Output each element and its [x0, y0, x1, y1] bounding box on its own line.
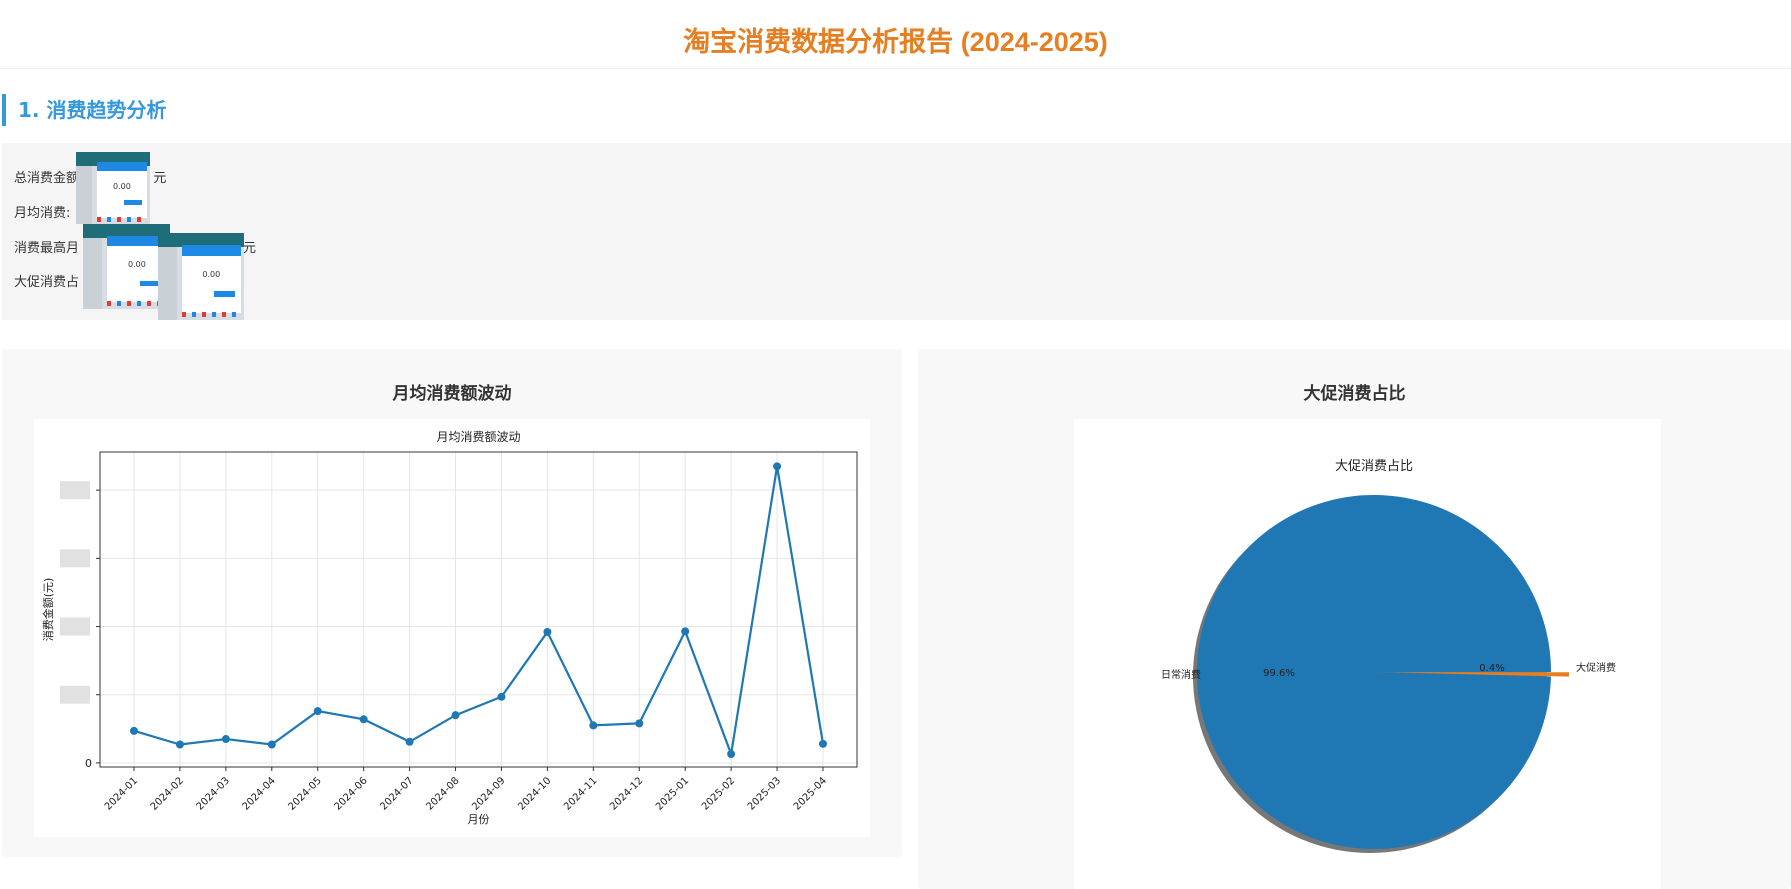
chart-title: 月均消费额波动	[436, 430, 520, 444]
slice-label: 大促消费	[1576, 661, 1616, 674]
line-chart-card: 月均消费额波动 月均消费额波动 0 2024-01 2024-02 2024-03 202…	[2, 349, 902, 857]
data-point	[773, 462, 782, 471]
page-title: 淘宝消费数据分析报告 (2024-2025)	[683, 27, 1108, 57]
data-point	[819, 739, 827, 748]
data-point	[589, 721, 598, 730]
section-heading: 1. 消费趋势分析	[2, 94, 166, 126]
stat-label: 月均消费:	[14, 206, 71, 221]
chart-title: 大促消费占比	[1335, 459, 1413, 474]
data-point	[405, 737, 414, 746]
data-point	[727, 750, 736, 759]
data-point	[497, 692, 506, 701]
x-tick-label: 2025-03	[746, 775, 783, 812]
pie-chart-card: 大促消费占比 大促消费占比 99.6% 日常消费 0.4% 大促消费	[918, 349, 1791, 889]
stats-summary: 总消费金额: 元 月均消费: 消费最高月 元 大促消费占 0.00 0.00 0.0…	[2, 143, 1791, 320]
pie-chart-frame: 大促消费占比 99.6% 日常消费 0.4% 大促消费	[1074, 419, 1661, 889]
screenshot-thumbnail: 0.00	[83, 224, 170, 309]
screenshot-thumbnail: 0.00	[158, 233, 244, 320]
card-title: 月均消费额波动	[392, 384, 512, 404]
x-tick-label: 2025-02	[700, 775, 737, 812]
x-tick-label: 2024-05	[287, 775, 324, 812]
obscured-y-label	[60, 685, 90, 704]
x-tick-label: 2024-07	[378, 775, 415, 812]
series-line	[133, 466, 825, 759]
x-tick-label: 2024-06	[332, 775, 369, 812]
stat-label: 大促消费占	[14, 275, 80, 290]
obscured-y-label	[60, 617, 90, 636]
x-tick-label: 2024-02	[149, 775, 186, 812]
thumbnail-amount: 0.00	[202, 269, 221, 279]
x-tick-label: 2024-11	[562, 775, 599, 812]
x-tick-label: 2025-04	[792, 775, 829, 812]
x-tick-label: 2024-08	[424, 775, 461, 812]
slice-percent-label: 99.6%	[1263, 668, 1295, 679]
stat-value: 元	[243, 241, 257, 256]
x-tick-label: 2025-01	[654, 775, 691, 812]
card-title: 大促消费占比	[1303, 384, 1406, 404]
data-point	[359, 715, 368, 724]
data-point	[130, 726, 138, 735]
stat-value: 元	[153, 171, 167, 186]
slice-percent-label: 0.4%	[1479, 663, 1504, 674]
obscured-y-label	[60, 549, 90, 568]
stat-monthly-avg: 月均消费:	[14, 205, 74, 223]
stat-label: 消费最高月	[14, 241, 80, 256]
page-header: 淘宝消费数据分析报告 (2024-2025)	[0, 0, 1791, 69]
x-tick-label: 2024-03	[195, 775, 232, 812]
x-tick-label: 2024-10	[516, 775, 553, 812]
x-tick-label: 2024-12	[608, 775, 645, 812]
screenshot-thumbnail: 0.00	[76, 152, 150, 224]
pie-chart: 大促消费占比 99.6% 日常消费 0.4% 大促消费	[1161, 459, 1616, 853]
grid-lines	[100, 452, 857, 767]
x-axis-label: 月份	[468, 813, 490, 826]
data-point	[267, 740, 276, 749]
y-axis-label: 消费金额(元)	[41, 578, 55, 642]
data-point	[313, 707, 322, 716]
data-point	[635, 719, 644, 728]
thumbnail-amount: 0.00	[112, 182, 131, 192]
data-point	[175, 740, 184, 749]
x-tick-label: 2024-04	[241, 775, 278, 812]
x-tick-label: 2024-01	[103, 775, 140, 812]
obscured-y-label	[60, 481, 90, 500]
stat-promo-share: 大促消费占	[14, 274, 83, 292]
stat-label: 总消费金额:	[14, 171, 84, 186]
slice-label: 日常消费	[1161, 668, 1201, 681]
data-point	[221, 735, 230, 744]
line-chart-frame: 月均消费额波动 0 2024-01 2024-02 2024-03 2024-04 2024…	[34, 419, 870, 837]
y-tick-label: 0	[85, 757, 92, 770]
x-tick-label: 2024-09	[470, 775, 507, 812]
data-point	[681, 627, 690, 636]
data-point	[543, 628, 552, 636]
data-point	[451, 711, 460, 720]
plot-frame	[99, 451, 858, 768]
line-chart: 月均消费额波动02024-01 2024-02 2024-03 2024-04 2024…	[41, 430, 858, 826]
